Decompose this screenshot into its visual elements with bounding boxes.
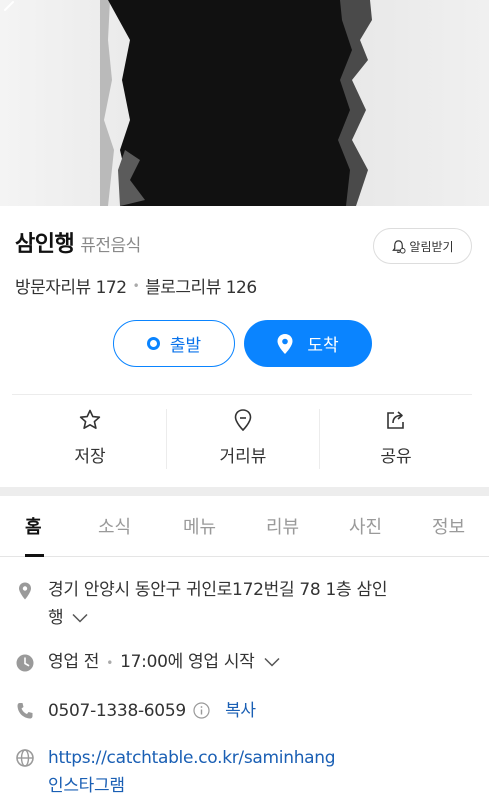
save-label: 저장: [74, 447, 106, 467]
start-circle-icon: [146, 337, 160, 350]
place-title: 삼인행 퓨전음식: [15, 226, 141, 258]
phone-number[interactable]: 0507-1338-6059: [48, 701, 186, 721]
hero-photo: [0, 0, 489, 206]
streetview-label: 거리뷰: [219, 447, 267, 467]
visitor-review-link[interactable]: 방문자리뷰 172: [15, 273, 127, 298]
section-divider: [0, 487, 489, 496]
website-link[interactable]: https://catchtable.co.kr/saminhang: [48, 748, 336, 768]
hours-status: 영업 전: [48, 652, 100, 672]
arrive-button[interactable]: 도착: [244, 320, 372, 367]
address[interactable]: 경기 안양시 동안구 귀인로172번길 78 1층 삼인 행: [48, 576, 468, 632]
business-hours[interactable]: 영업 전 • 17:00에 영업 시작: [48, 648, 280, 677]
place-name: 삼인행: [15, 232, 75, 257]
hero-image[interactable]: [0, 0, 489, 206]
streetview-action[interactable]: 거리뷰: [166, 408, 320, 468]
start-button[interactable]: 출발: [113, 320, 235, 367]
tab-review[interactable]: 리뷰: [266, 513, 299, 539]
chevron-down-icon[interactable]: [72, 613, 88, 623]
address-line1: 경기 안양시 동안구 귀인로172번길 78 1층 삼인: [48, 580, 388, 600]
phone-row: 0507-1338-6059 복사: [48, 697, 256, 725]
divider: [12, 394, 472, 395]
tab-menu[interactable]: 메뉴: [183, 513, 216, 539]
copy-button[interactable]: 복사: [225, 701, 256, 721]
share-action[interactable]: 공유: [319, 408, 473, 468]
alarm-button[interactable]: 알림받기: [373, 228, 472, 264]
phone-icon: [17, 703, 33, 719]
clock-icon: [16, 654, 34, 672]
tab-info[interactable]: 정보: [432, 513, 465, 539]
info-icon[interactable]: [193, 702, 210, 719]
active-tab-indicator: [25, 554, 44, 557]
star-icon: [79, 409, 101, 429]
blog-review-link[interactable]: 블로그리뷰 126: [145, 273, 257, 298]
share-icon: [387, 411, 404, 429]
tab-photo[interactable]: 사진: [349, 513, 382, 539]
save-action[interactable]: 저장: [13, 408, 167, 468]
location-pin-icon: [277, 333, 293, 354]
map-pin-icon: [19, 582, 31, 600]
tab-bar: 홈 소식 메뉴 리뷰 사진 정보: [0, 496, 489, 557]
website-row: https://catchtable.co.kr/saminhang 인스타그램: [48, 744, 336, 800]
arrive-label: 도착: [307, 336, 339, 356]
chevron-down-icon[interactable]: [264, 657, 280, 667]
share-label: 공유: [380, 447, 412, 467]
place-category: 퓨전음식: [80, 236, 141, 256]
hours-detail: 17:00에 영업 시작: [120, 652, 255, 672]
tab-news[interactable]: 소식: [98, 513, 131, 539]
start-label: 출발: [169, 336, 202, 356]
location-pin-icon: [234, 409, 252, 432]
separator-dot: •: [132, 278, 140, 293]
review-summary: 방문자리뷰 172 • 블로그리뷰 126: [15, 273, 257, 298]
back-icon[interactable]: [0, 0, 20, 20]
tab-home[interactable]: 홈: [25, 513, 42, 539]
alarm-label: 알림받기: [409, 239, 454, 254]
address-line2: 행: [48, 608, 64, 628]
instagram-link[interactable]: 인스타그램: [48, 776, 125, 796]
bell-icon: [392, 239, 406, 254]
globe-icon: [16, 749, 34, 767]
separator-dot: •: [106, 656, 114, 670]
